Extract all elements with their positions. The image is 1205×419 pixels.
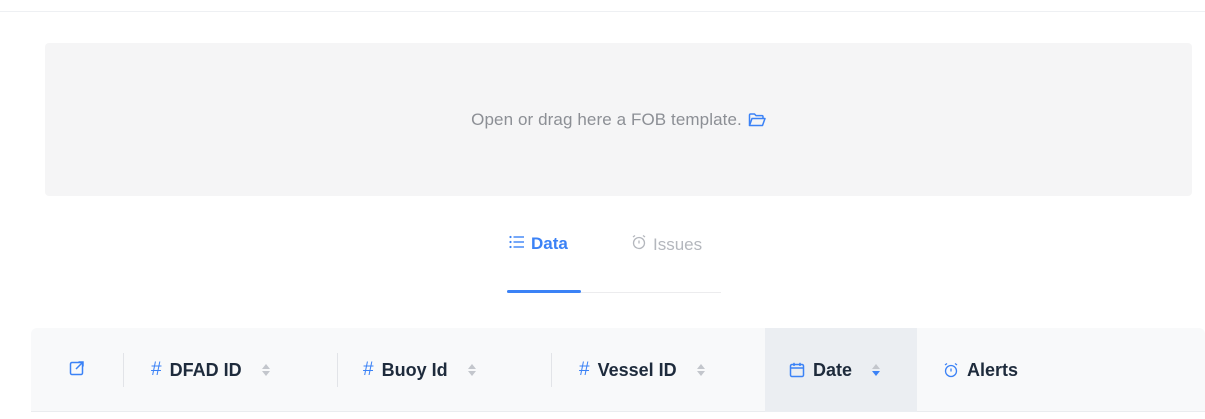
data-table: # DFAD ID # Buoy Id # Vessel ID Date Ale… (31, 328, 1205, 419)
alarm-clock-icon (631, 234, 647, 255)
tab-data[interactable]: Data (509, 234, 568, 254)
column-date-label: Date (813, 359, 853, 380)
column-alerts[interactable]: Alerts (917, 328, 1205, 412)
hash-icon: # (151, 359, 162, 380)
calendar-icon (789, 362, 805, 378)
view-tabs: Data Issues (507, 226, 721, 294)
external-link-icon[interactable] (69, 360, 85, 381)
column-buoy-id[interactable]: # Buoy Id (337, 328, 551, 412)
active-tab-indicator (507, 290, 581, 293)
column-dfad-id[interactable]: # DFAD ID (123, 328, 337, 412)
column-alerts-label: Alerts (967, 359, 1019, 380)
folder-open-icon[interactable] (748, 112, 766, 127)
tab-data-label: Data (531, 234, 568, 253)
list-icon (509, 234, 525, 254)
dropzone-text: Open or drag here a FOB template. (471, 109, 742, 129)
tab-issues[interactable]: Issues (631, 234, 702, 255)
column-buoy-id-label: Buoy Id (381, 359, 448, 380)
column-date[interactable]: Date (765, 328, 917, 412)
hash-icon: # (579, 359, 590, 380)
column-open-link[interactable] (31, 328, 123, 412)
column-dfad-id-label: DFAD ID (169, 359, 242, 380)
sort-icon[interactable] (872, 364, 881, 376)
sort-icon[interactable] (467, 364, 476, 376)
tab-issues-label: Issues (653, 234, 703, 254)
column-vessel-id-label: Vessel ID (597, 359, 677, 380)
sort-icon[interactable] (261, 364, 270, 376)
page: Open or drag here a FOB template. Data I… (0, 0, 1205, 419)
hash-icon: # (363, 359, 374, 380)
top-divider (0, 11, 1205, 12)
alarm-clock-icon (943, 362, 959, 378)
sort-icon[interactable] (696, 364, 705, 376)
table-header: # DFAD ID # Buoy Id # Vessel ID Date Ale… (31, 328, 1205, 412)
fob-template-dropzone[interactable]: Open or drag here a FOB template. (45, 43, 1192, 196)
column-vessel-id[interactable]: # Vessel ID (551, 328, 765, 412)
